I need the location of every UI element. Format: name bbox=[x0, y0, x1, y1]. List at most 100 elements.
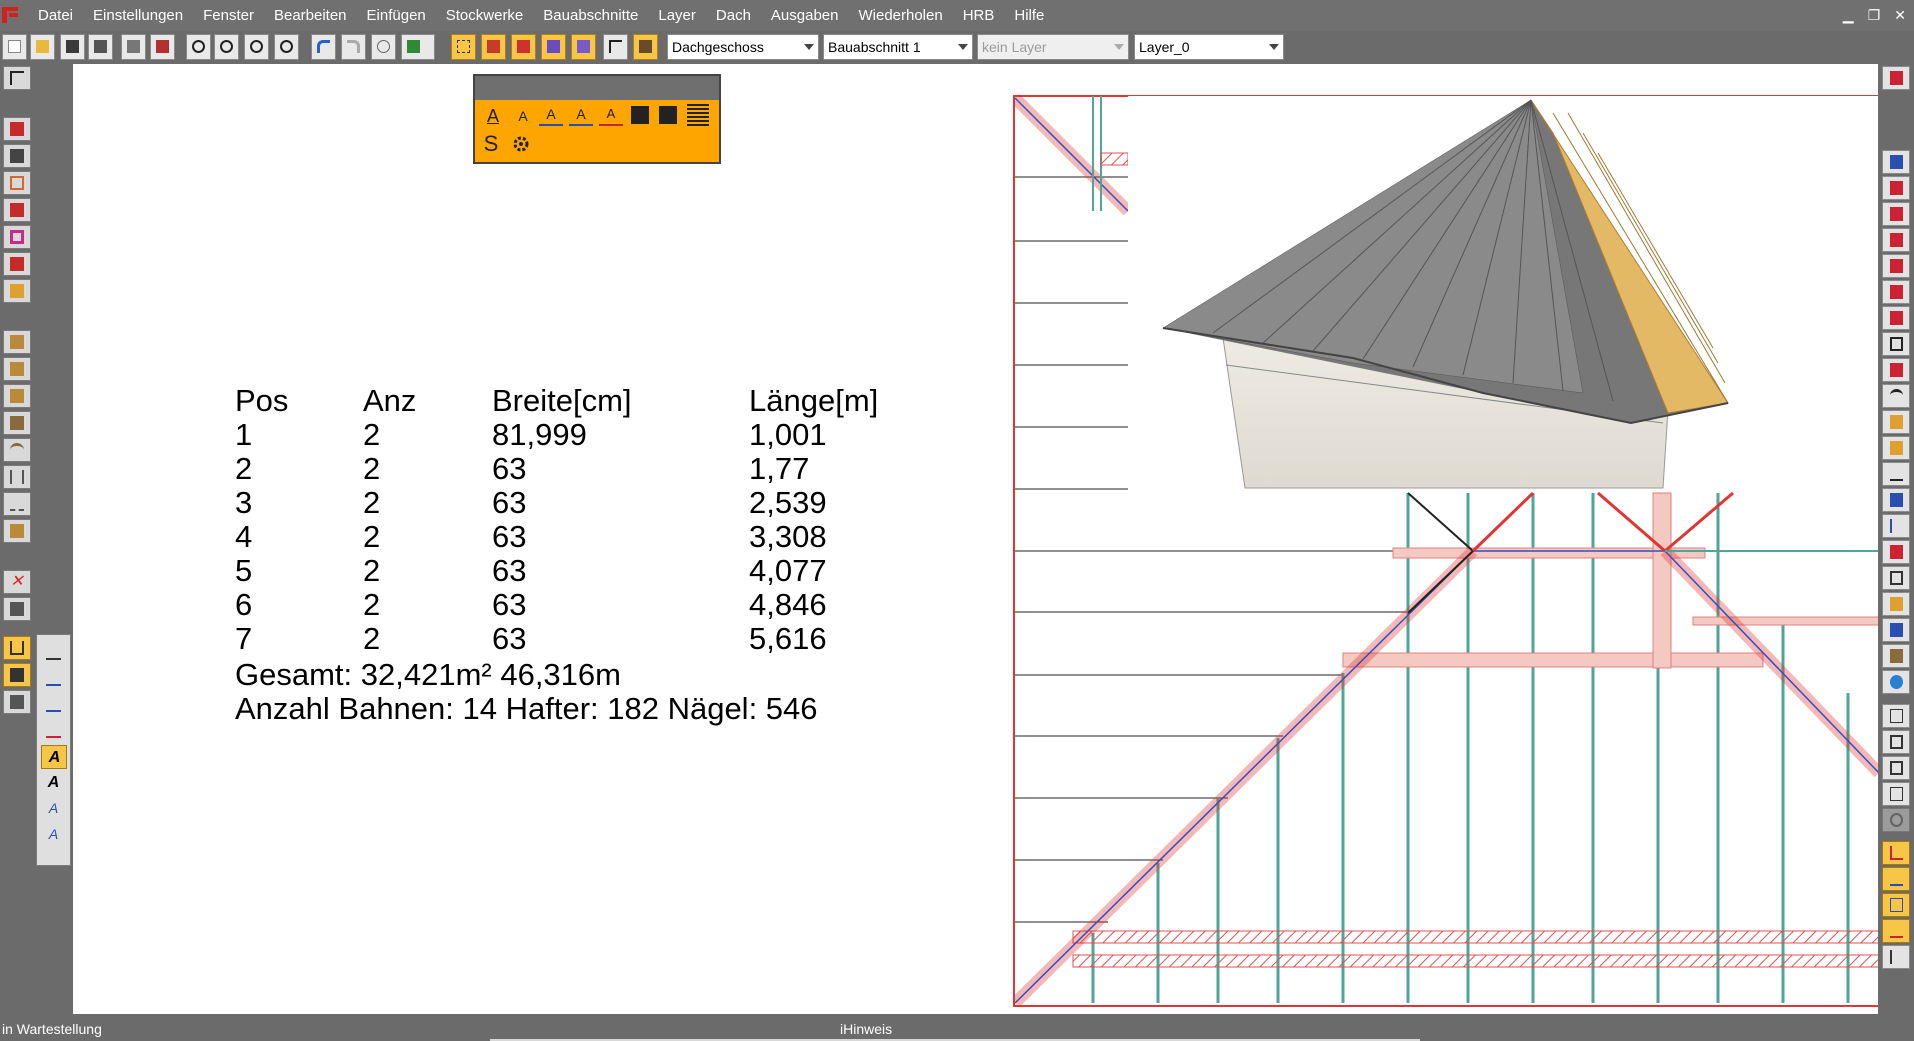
menu-layer[interactable]: Layer bbox=[648, 0, 706, 31]
menu-einstellungen[interactable]: Einstellungen bbox=[83, 0, 193, 31]
axis-button[interactable] bbox=[1882, 514, 1910, 538]
shadow-box-button[interactable] bbox=[1882, 756, 1910, 780]
pointer-tool[interactable] bbox=[3, 66, 31, 90]
3d-view-button[interactable] bbox=[401, 34, 435, 60]
layer-view-button[interactable] bbox=[571, 34, 596, 60]
layers-tool[interactable] bbox=[3, 144, 31, 168]
text-blue-line2-button[interactable]: A bbox=[569, 104, 593, 126]
circle-button[interactable] bbox=[1882, 808, 1910, 832]
table-button[interactable] bbox=[1882, 704, 1910, 728]
beam-tool[interactable] bbox=[3, 411, 31, 435]
menu-hilfe[interactable]: Hilfe bbox=[1004, 0, 1054, 31]
align-left-button[interactable] bbox=[1882, 841, 1910, 865]
text-tool[interactable] bbox=[3, 663, 31, 687]
menu-hrb[interactable]: HRB bbox=[953, 0, 1005, 31]
menu-wiederholen[interactable]: Wiederholen bbox=[848, 0, 952, 31]
zoom-window-button[interactable] bbox=[186, 34, 211, 60]
text-scale-button[interactable]: A bbox=[41, 797, 67, 821]
delete-tool[interactable]: ✕ bbox=[3, 570, 31, 594]
save-all-button[interactable] bbox=[88, 34, 113, 60]
palette-titlebar[interactable] bbox=[475, 76, 719, 100]
open-file-button[interactable] bbox=[30, 34, 55, 60]
text-underline-button[interactable]: A bbox=[481, 104, 505, 128]
wall-tool[interactable] bbox=[3, 117, 31, 141]
settings-gear-button[interactable] bbox=[509, 134, 533, 158]
arch-tool[interactable] bbox=[3, 438, 31, 462]
snap-button[interactable] bbox=[371, 34, 396, 60]
align-center-button[interactable] bbox=[1882, 867, 1910, 891]
text-button[interactable]: A bbox=[41, 745, 67, 769]
text-blue-line-button[interactable]: A bbox=[539, 104, 563, 126]
fill-black2-button[interactable] bbox=[659, 106, 677, 124]
house-roof-button[interactable] bbox=[1882, 280, 1910, 304]
line-button[interactable] bbox=[1882, 462, 1910, 486]
dimension-tool[interactable] bbox=[3, 636, 31, 660]
roof-plan-drawing[interactable] bbox=[1013, 93, 1879, 1008]
square-button[interactable] bbox=[1882, 730, 1910, 754]
print-button[interactable] bbox=[121, 34, 146, 60]
house-front-button[interactable] bbox=[1882, 254, 1910, 278]
menu-fenster[interactable]: Fenster bbox=[193, 0, 264, 31]
symbol-s-button[interactable]: S bbox=[479, 132, 503, 156]
layer-select[interactable]: Layer_0 bbox=[1134, 34, 1284, 60]
book-button[interactable] bbox=[633, 34, 658, 60]
modify-tool[interactable] bbox=[3, 279, 31, 303]
redo-button[interactable] bbox=[341, 34, 366, 60]
stairs-tool[interactable] bbox=[3, 357, 31, 381]
storey-view-button[interactable] bbox=[1882, 202, 1910, 226]
dim-chain-button[interactable] bbox=[41, 667, 67, 691]
stairs-view-button[interactable] bbox=[1882, 618, 1910, 642]
railing-tool[interactable] bbox=[3, 465, 31, 489]
copy-button[interactable] bbox=[1882, 566, 1910, 590]
zoom-all-button[interactable] bbox=[244, 34, 269, 60]
line-tool[interactable] bbox=[3, 492, 31, 516]
menu-bauabschnitte[interactable]: Bauabschnitte bbox=[533, 0, 648, 31]
roof-tool[interactable] bbox=[3, 330, 31, 354]
transform-button[interactable] bbox=[1882, 945, 1910, 969]
rect-button[interactable] bbox=[1882, 410, 1910, 434]
house-red-button[interactable] bbox=[1882, 540, 1910, 564]
folder-open-button[interactable] bbox=[1882, 592, 1910, 616]
zoom-out-button[interactable] bbox=[214, 34, 239, 60]
house-tool[interactable] bbox=[3, 252, 31, 276]
dim-height-button[interactable] bbox=[41, 693, 67, 717]
fill-black-button[interactable] bbox=[631, 106, 649, 124]
house-view-button[interactable] bbox=[1882, 66, 1910, 90]
frame-button[interactable] bbox=[1882, 332, 1910, 356]
door-tool[interactable] bbox=[3, 198, 31, 222]
rafters-tool[interactable] bbox=[3, 384, 31, 408]
hatch-button[interactable] bbox=[511, 34, 536, 60]
close-icon[interactable]: ✕ bbox=[1894, 7, 1906, 24]
grid-button[interactable] bbox=[451, 34, 476, 60]
dim-angle-button[interactable] bbox=[41, 719, 67, 743]
3d-mode-button[interactable] bbox=[1882, 150, 1910, 174]
align-middle-button[interactable] bbox=[1882, 893, 1910, 917]
pencil-button[interactable] bbox=[1882, 436, 1910, 460]
save-button[interactable] bbox=[60, 34, 85, 60]
menu-stockwerke[interactable]: Stockwerke bbox=[436, 0, 534, 31]
menu-dach[interactable]: Dach bbox=[706, 0, 761, 31]
tool-button[interactable] bbox=[1882, 358, 1910, 382]
split-button[interactable] bbox=[1882, 919, 1910, 943]
ortho-button[interactable] bbox=[481, 34, 506, 60]
text-replace-button[interactable]: A bbox=[41, 823, 67, 847]
fill-button[interactable] bbox=[541, 34, 566, 60]
layer-filter-select[interactable]: kein Layer bbox=[977, 34, 1129, 60]
furniture-tool[interactable] bbox=[3, 519, 31, 543]
restore-icon[interactable]: ❐ bbox=[1868, 7, 1881, 24]
menu-bearbeiten[interactable]: Bearbeiten bbox=[264, 0, 357, 31]
hatch-lines-button[interactable] bbox=[687, 104, 709, 126]
zoom-previous-button[interactable] bbox=[274, 34, 299, 60]
hatch-fill-button[interactable] bbox=[1882, 488, 1910, 512]
check-box-button[interactable] bbox=[1882, 782, 1910, 806]
menu-einfuegen[interactable]: Einfügen bbox=[357, 0, 436, 31]
section-select[interactable]: Bauabschnitt 1 bbox=[823, 34, 973, 60]
minimize-icon[interactable]: ▁ bbox=[1843, 7, 1854, 24]
plot-button[interactable] bbox=[150, 34, 175, 60]
undo-button[interactable] bbox=[311, 34, 336, 60]
floor-select[interactable]: Dachgeschoss bbox=[667, 34, 819, 60]
dim-linear-button[interactable] bbox=[41, 641, 67, 665]
text-red-line-button[interactable]: A bbox=[599, 104, 623, 126]
floor-plan-button[interactable] bbox=[1882, 228, 1910, 252]
menu-ausgaben[interactable]: Ausgaben bbox=[761, 0, 849, 31]
